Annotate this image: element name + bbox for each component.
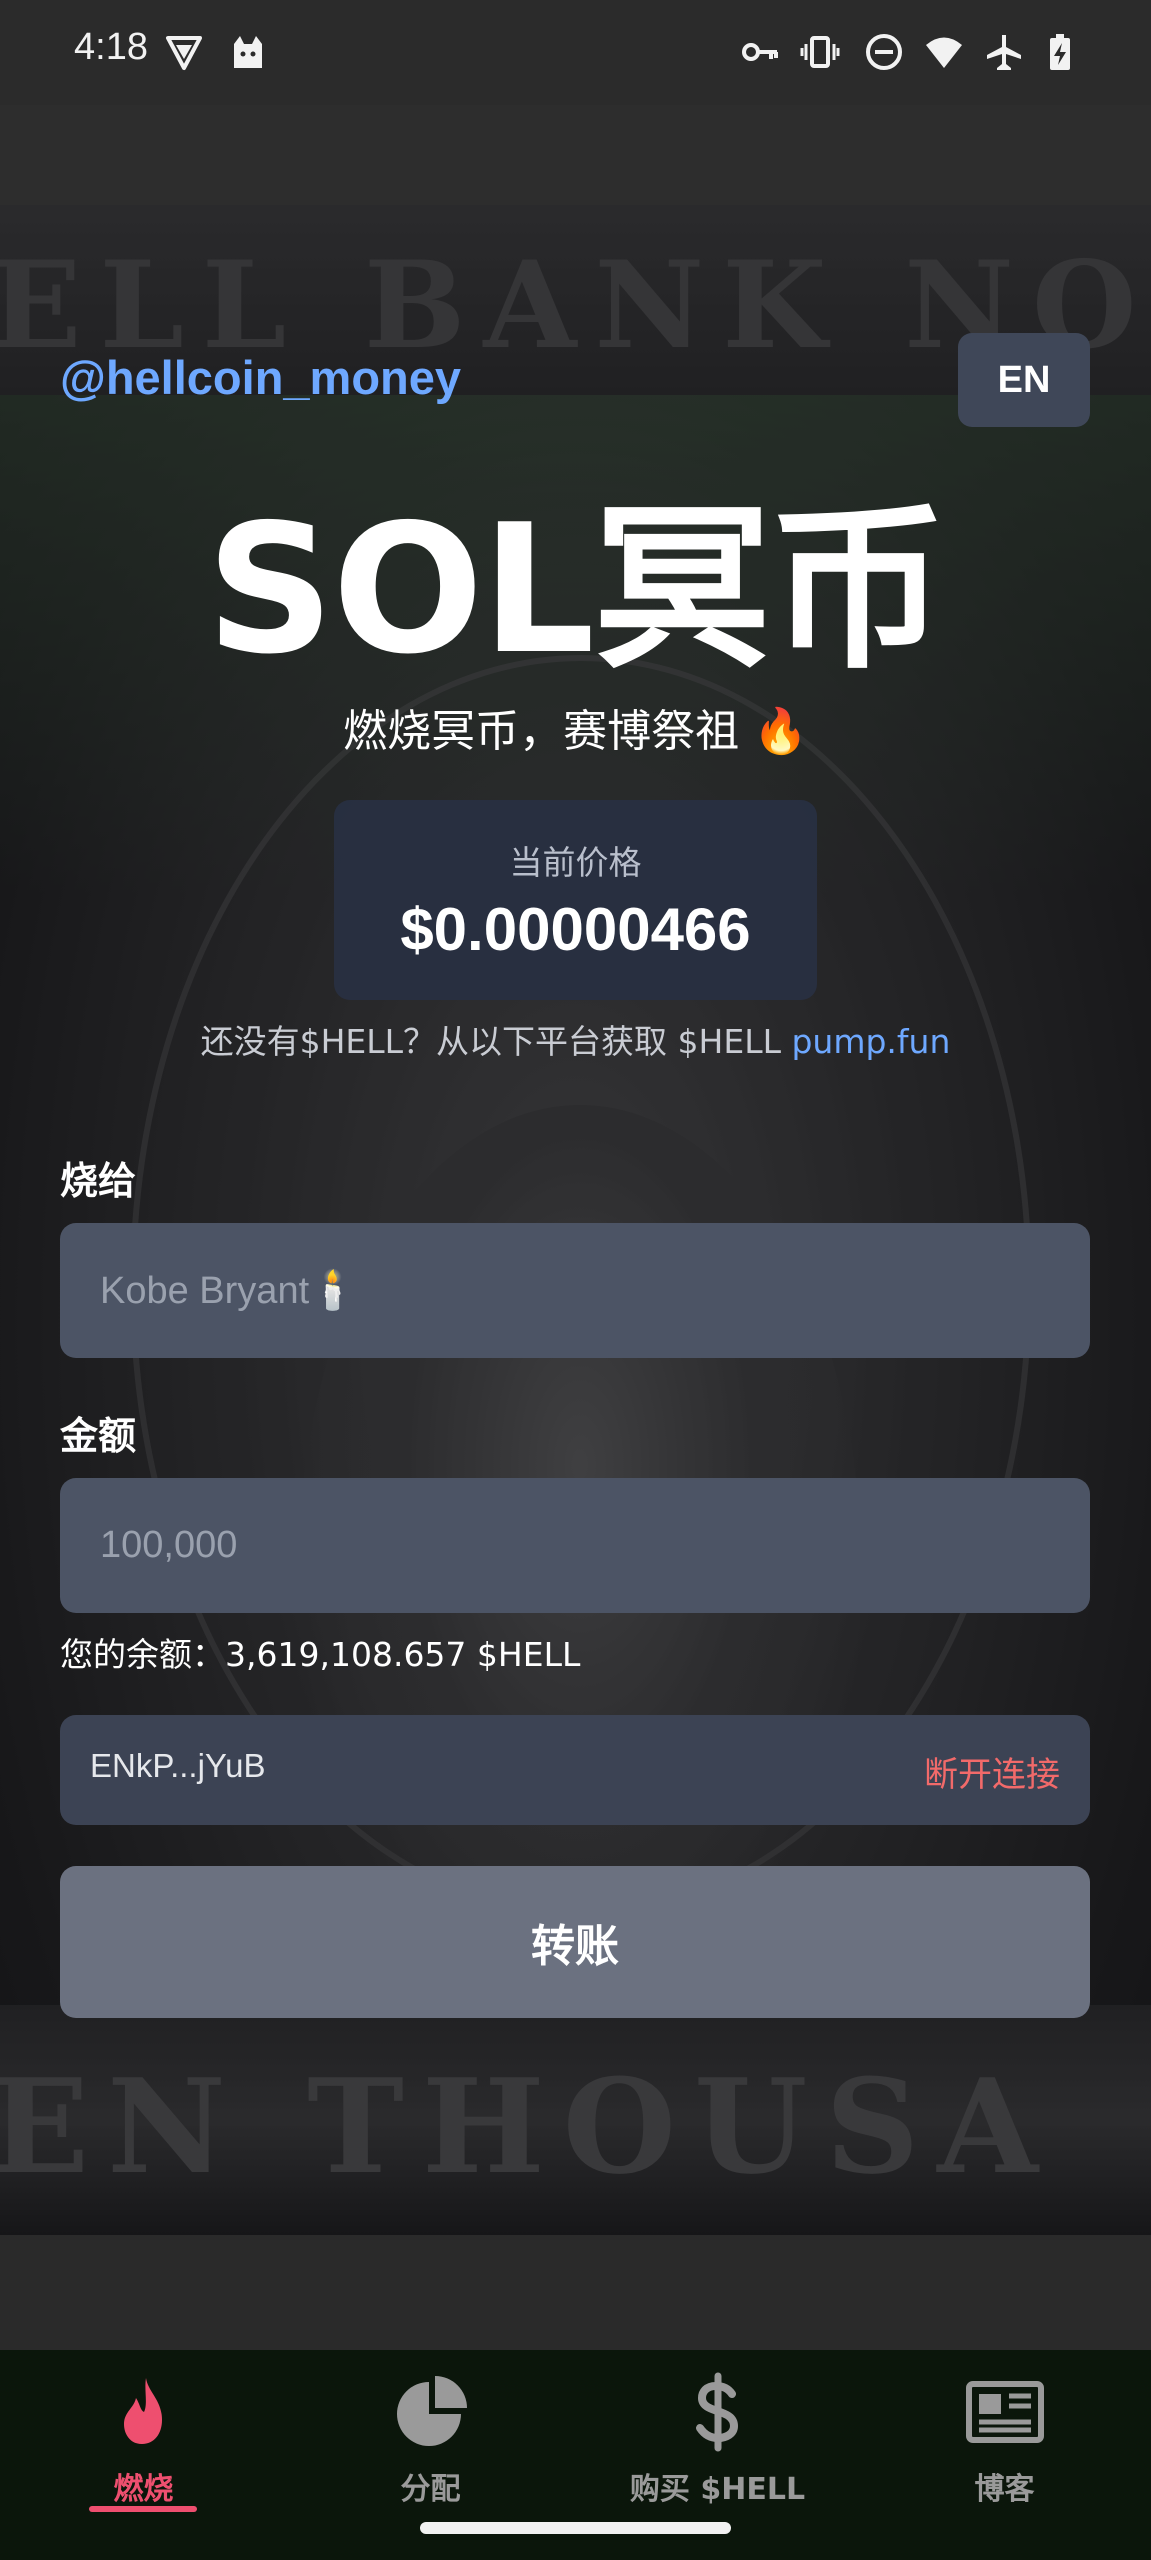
status-time: 4:18 xyxy=(74,26,148,68)
flame-icon xyxy=(123,2378,162,2444)
page-title: SOL冥币 xyxy=(206,486,947,693)
nav-item-distribution[interactable]: 分配 xyxy=(287,2372,574,2522)
gesture-navigation-bar[interactable] xyxy=(420,2522,731,2534)
app-screen: 4:18 ELL BANK NO EN THOUSA @hellcoin_mon… xyxy=(0,0,1151,2560)
amount-placeholder: 100,000 xyxy=(100,1524,238,1566)
recipient-label: 烧给 xyxy=(60,1159,137,1203)
recipient-input[interactable]: Kobe Bryant🕯️ xyxy=(60,1223,1090,1358)
twitter-handle-link[interactable]: @hellcoin_money xyxy=(60,350,461,405)
nav-label-distribution: 分配 xyxy=(400,2472,461,2507)
airplane-mode-icon xyxy=(987,35,1021,70)
transfer-button[interactable]: 转账 xyxy=(60,1866,1090,2018)
pie-chart-icon xyxy=(396,2376,467,2446)
nav-item-buy-hell[interactable]: 购买 $HELL xyxy=(574,2372,861,2522)
amount-label: 金额 xyxy=(60,1414,137,1458)
price-label: 当前价格 xyxy=(509,843,642,882)
vibrate-icon xyxy=(800,36,840,68)
price-value: $0.00000466 xyxy=(400,896,751,963)
wallet-address: ENkP...jYuB xyxy=(90,1747,266,1784)
balance-text: 您的余额：3,619,108.657 $HELL xyxy=(60,1635,581,1674)
newspaper-icon xyxy=(965,2381,1044,2443)
nav-item-burn[interactable]: 燃烧 xyxy=(0,2372,287,2522)
price-card: 当前价格 $0.00000466 xyxy=(334,800,817,1000)
nav-label-burn: 燃烧 xyxy=(113,2472,174,2507)
amount-input[interactable]: 100,000 xyxy=(60,1478,1090,1613)
wifi-icon xyxy=(926,37,962,68)
nav-active-indicator xyxy=(89,2506,197,2512)
page-subtitle: 燃烧冥币，赛博祭祖 🔥 xyxy=(343,706,808,757)
nav-label-buy-hell: 购买 $HELL xyxy=(629,2472,806,2507)
key-icon xyxy=(742,43,778,61)
app-top-band xyxy=(0,105,1151,205)
do-not-disturb-icon xyxy=(866,34,902,70)
below-art-band xyxy=(0,2235,1151,2350)
nav-item-blog[interactable]: 博客 xyxy=(861,2372,1148,2522)
wallet-connection-box: ENkP...jYuB 断开连接 xyxy=(60,1715,1090,1825)
nav-label-blog: 博客 xyxy=(974,2472,1035,2507)
disconnect-button[interactable]: 断开连接 xyxy=(924,1747,1060,1796)
vpn-triangle-icon xyxy=(166,36,202,70)
pump-fun-link[interactable]: pump.fun xyxy=(791,1022,950,1061)
language-toggle-button[interactable]: EN xyxy=(958,333,1090,427)
cat-notification-icon xyxy=(234,36,262,68)
recipient-placeholder: Kobe Bryant🕯️ xyxy=(100,1269,357,1312)
get-hell-text: 还没有$HELL？从以下平台获取 $HELL pump.fun xyxy=(0,1015,1151,1063)
status-bar: 4:18 xyxy=(0,0,1151,105)
battery-charging-icon xyxy=(1050,34,1070,70)
get-hell-prompt: 还没有$HELL？从以下平台获取 $HELL xyxy=(200,1022,792,1061)
dollar-icon xyxy=(695,2372,738,2452)
